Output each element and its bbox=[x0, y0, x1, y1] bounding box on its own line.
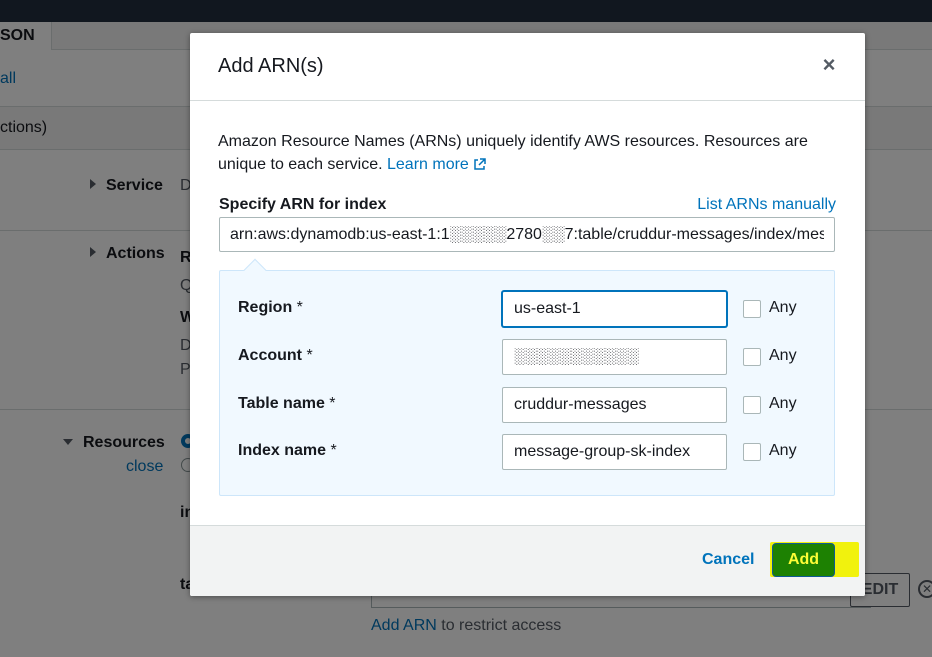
account-any-checkbox[interactable] bbox=[743, 348, 761, 366]
intro-text: Amazon Resource Names (ARNs) uniquely id… bbox=[218, 133, 808, 173]
index-name-label: Index name * bbox=[238, 442, 337, 459]
table-name-any-label: Any bbox=[769, 395, 797, 412]
external-link-icon bbox=[474, 158, 486, 170]
cancel-button[interactable]: Cancel bbox=[702, 551, 754, 569]
learn-more-link[interactable]: Learn more bbox=[387, 156, 486, 173]
table-name-row: Table name * Any bbox=[220, 387, 836, 423]
index-name-input[interactable] bbox=[502, 434, 727, 470]
arn-builder-panel: Region * Any Account * Any Table name * … bbox=[219, 258, 836, 496]
index-name-row: Index name * Any bbox=[220, 434, 836, 470]
modal-header: Add ARN(s) × bbox=[190, 33, 865, 101]
arn-spec-label: Specify ARN for index bbox=[219, 196, 387, 213]
table-name-input[interactable] bbox=[502, 387, 727, 423]
index-name-any-checkbox[interactable] bbox=[743, 443, 761, 461]
add-button[interactable]: Add bbox=[772, 543, 835, 577]
index-name-any-label: Any bbox=[769, 442, 797, 459]
region-row: Region * Any bbox=[220, 291, 836, 327]
region-label: Region * bbox=[238, 299, 303, 316]
account-row: Account * Any bbox=[220, 339, 836, 375]
modal-title: Add ARN(s) bbox=[218, 55, 324, 77]
modal-description: Amazon Resource Names (ARNs) uniquely id… bbox=[218, 130, 818, 176]
account-any-label: Any bbox=[769, 347, 797, 364]
panel-notch bbox=[243, 258, 267, 282]
close-icon[interactable]: × bbox=[821, 54, 837, 76]
account-input[interactable] bbox=[502, 339, 727, 375]
region-any-label: Any bbox=[769, 299, 797, 316]
arn-input[interactable] bbox=[219, 217, 835, 252]
add-arn-modal: Add ARN(s) × Amazon Resource Names (ARNs… bbox=[190, 33, 865, 596]
region-any-checkbox[interactable] bbox=[743, 300, 761, 318]
account-label: Account * bbox=[238, 347, 313, 364]
table-name-label: Table name * bbox=[238, 395, 336, 412]
table-name-any-checkbox[interactable] bbox=[743, 396, 761, 414]
list-arns-manually-link[interactable]: List ARNs manually bbox=[697, 196, 836, 214]
learn-more-label: Learn more bbox=[387, 156, 469, 173]
region-input[interactable] bbox=[502, 291, 727, 327]
modal-footer: Cancel Add bbox=[190, 525, 865, 596]
